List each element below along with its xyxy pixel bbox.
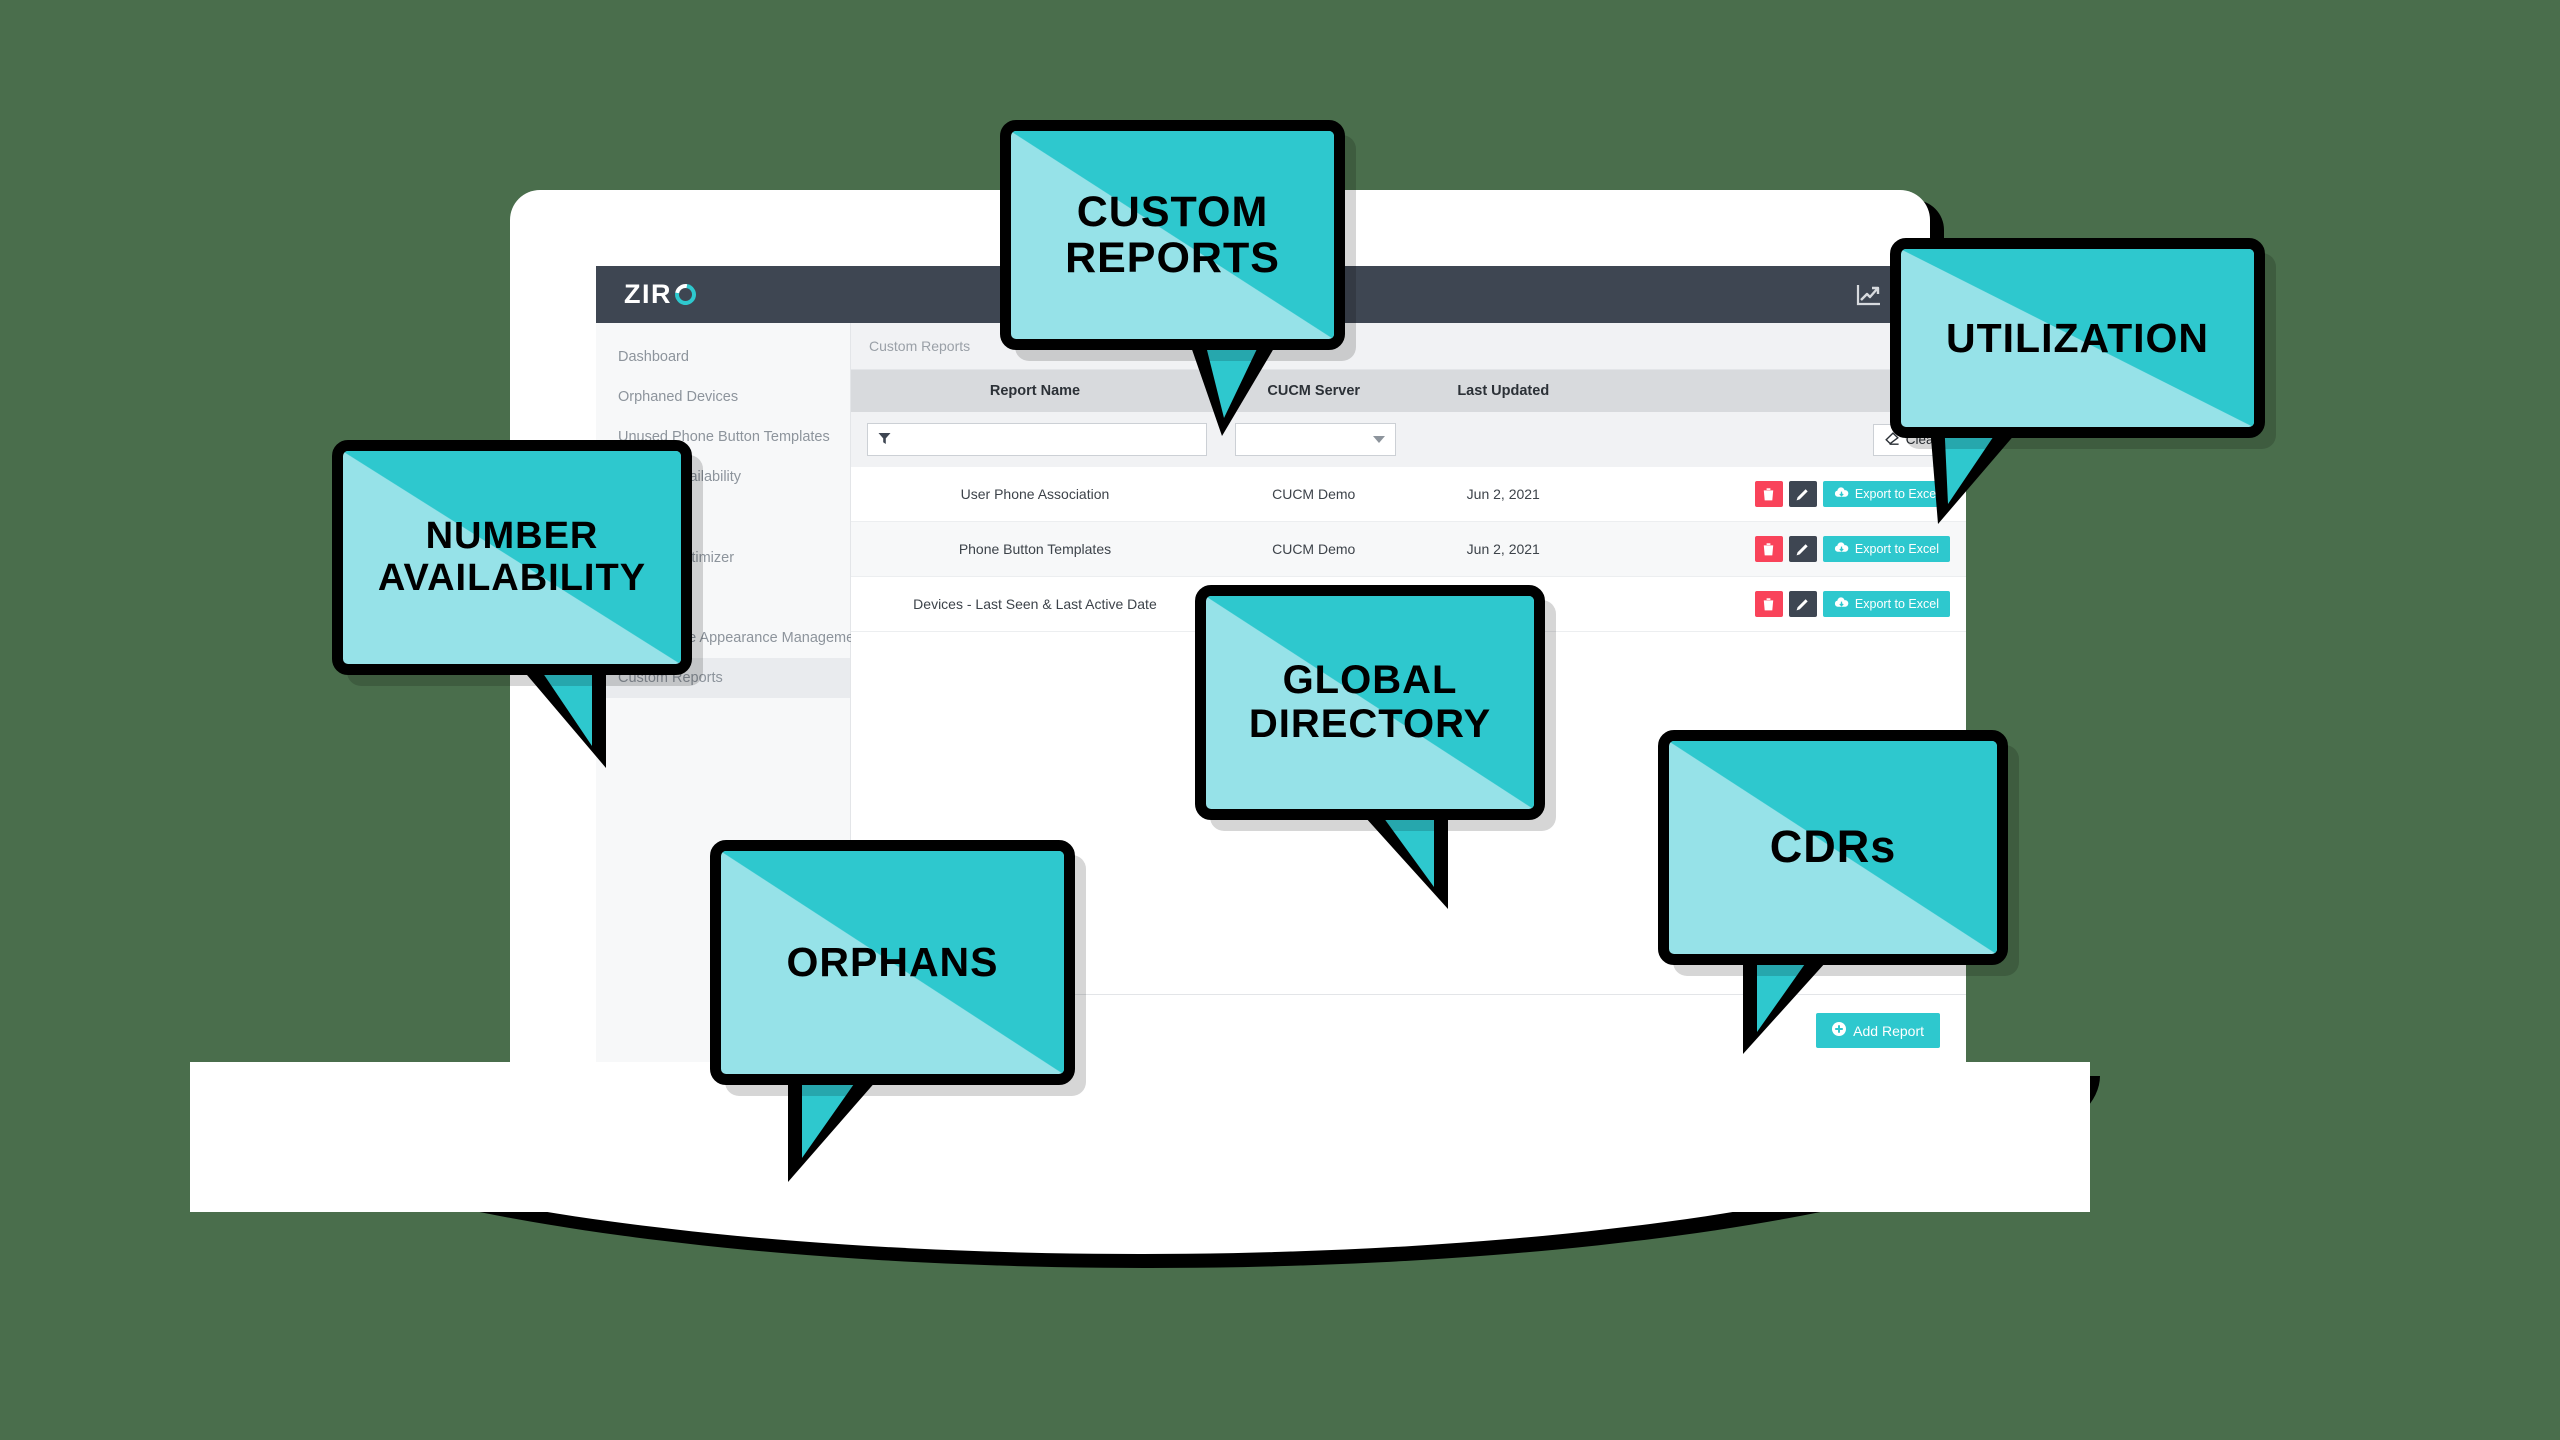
- delete-report-button[interactable]: [1754, 591, 1783, 617]
- table-header-row: Report Name CUCM Server Last Updated: [851, 370, 1966, 412]
- export-button-label: Export to Excel: [1854, 597, 1939, 611]
- edit-report-button[interactable]: [1788, 536, 1817, 562]
- table-row[interactable]: User Phone Association CUCM Demo Jun 2, …: [851, 467, 1966, 522]
- sidebar-item-dashboard[interactable]: Dashboard: [596, 337, 850, 377]
- filter-name-cell: [851, 412, 1219, 467]
- cell-cucm-server: CUCM Demo: [1218, 467, 1409, 522]
- row-action-group: Export to Excel: [1598, 591, 1966, 617]
- export-to-excel-button[interactable]: Export to Excel: [1822, 591, 1950, 617]
- export-button-label: Export to Excel: [1854, 542, 1939, 556]
- callout-label: UTILIZATION: [1945, 314, 2210, 361]
- callout-orphans: ORPHANS: [710, 840, 1075, 1085]
- callout-tail-number-availability: [510, 654, 630, 785]
- cloud-download-icon: [1834, 542, 1849, 556]
- cell-report-name: Devices - Last Seen & Last Active Date: [851, 576, 1219, 632]
- report-name-filter-input[interactable]: [867, 423, 1207, 456]
- callout-tail-global-directory: [1350, 799, 1470, 925]
- callout-label: CUSTOM REPORTS: [1065, 187, 1280, 282]
- column-header-last-updated[interactable]: Last Updated: [1408, 370, 1598, 412]
- callout-global-directory: GLOBAL DIRECTORY: [1195, 585, 1545, 820]
- cell-report-name: Phone Button Templates: [851, 521, 1219, 577]
- callout-label: NUMBER AVAILABILITY: [377, 515, 647, 599]
- cell-actions: Export to Excel: [1598, 467, 1966, 522]
- callout-label: ORPHANS: [786, 939, 999, 986]
- ziro-logo[interactable]: ZIR: [624, 279, 701, 310]
- callout-tail-orphans: [780, 1064, 900, 1200]
- callout-tail-utilization: [1920, 418, 2030, 539]
- row-action-group: Export to Excel: [1598, 536, 1966, 562]
- table-filter-row: Clear: [851, 412, 1966, 467]
- funnel-icon: [878, 432, 891, 448]
- callout-tail-cdrs: [1735, 944, 1850, 1070]
- delete-report-button[interactable]: [1754, 481, 1783, 507]
- callout-cdrs: CDRs: [1658, 730, 2008, 965]
- delete-report-button[interactable]: [1754, 536, 1783, 562]
- table-row[interactable]: Phone Button Templates CUCM Demo Jun 2, …: [851, 521, 1966, 577]
- callout-number-availability: NUMBER AVAILABILITY: [332, 440, 692, 675]
- add-report-label: Add Report: [1853, 1022, 1924, 1039]
- sidebar-item-orphaned-devices[interactable]: Orphaned Devices: [596, 377, 850, 417]
- edit-report-button[interactable]: [1788, 591, 1817, 617]
- filter-empty-cell: [1408, 412, 1599, 467]
- cloud-download-icon: [1834, 487, 1849, 501]
- cell-last-updated: Jun 2, 2021: [1408, 521, 1599, 577]
- column-header-report-name[interactable]: Report Name: [851, 370, 1219, 412]
- chevron-down-icon: [1373, 436, 1386, 443]
- analytics-chart-icon[interactable]: [1856, 283, 1882, 307]
- callout-utilization: UTILIZATION: [1890, 238, 2265, 438]
- callout-label: CDRs: [1769, 821, 1897, 873]
- cell-actions: Export to Excel: [1598, 521, 1966, 577]
- cloud-download-icon: [1834, 597, 1849, 611]
- breadcrumb: Custom Reports: [869, 338, 971, 354]
- row-action-group: Export to Excel: [1598, 481, 1966, 507]
- callout-tail-custom-reports: [1180, 330, 1290, 451]
- cell-actions: Export to Excel: [1598, 576, 1966, 632]
- cell-last-updated: Jun 2, 2021: [1408, 467, 1599, 522]
- cell-cucm-server: CUCM Demo: [1218, 521, 1409, 577]
- edit-report-button[interactable]: [1788, 481, 1817, 507]
- callout-custom-reports: CUSTOM REPORTS: [1000, 120, 1345, 350]
- callout-label: GLOBAL DIRECTORY: [1248, 658, 1492, 746]
- cell-report-name: User Phone Association: [851, 467, 1219, 522]
- brand-text: ZIR: [624, 279, 672, 309]
- brand-o-ring-icon: [670, 279, 701, 310]
- export-to-excel-button[interactable]: Export to Excel: [1822, 536, 1950, 562]
